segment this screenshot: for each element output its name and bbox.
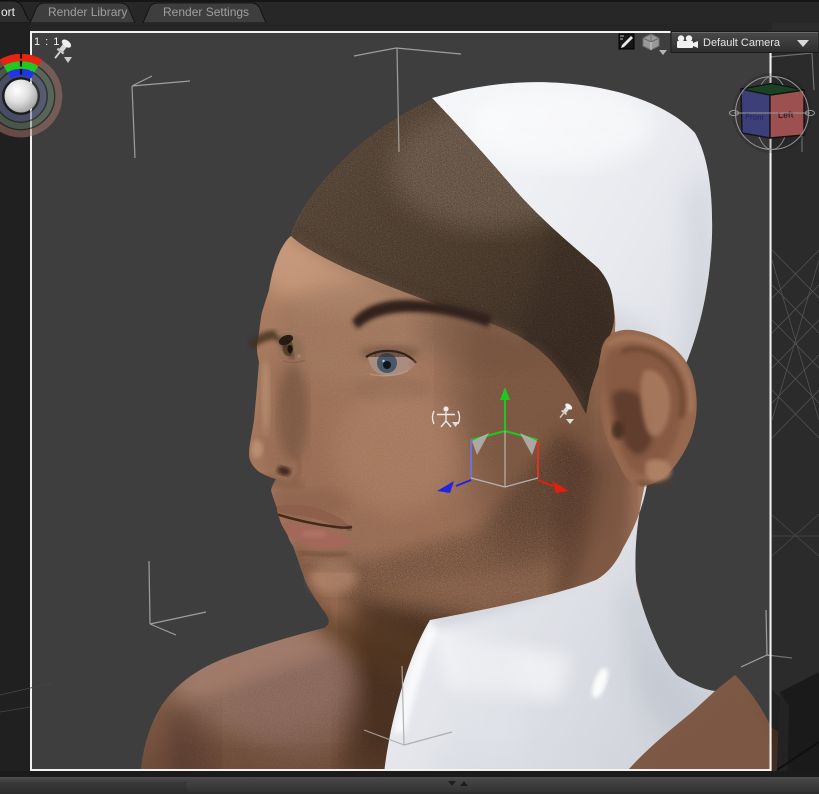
svg-text:Left: Left <box>778 109 794 120</box>
svg-text:ort: ort <box>1 5 16 19</box>
svg-text:Default Camera: Default Camera <box>703 37 781 49</box>
svg-text:Front: Front <box>745 112 765 122</box>
svg-text:Render Settings: Render Settings <box>163 5 249 19</box>
svg-text:Render Library: Render Library <box>48 5 127 19</box>
